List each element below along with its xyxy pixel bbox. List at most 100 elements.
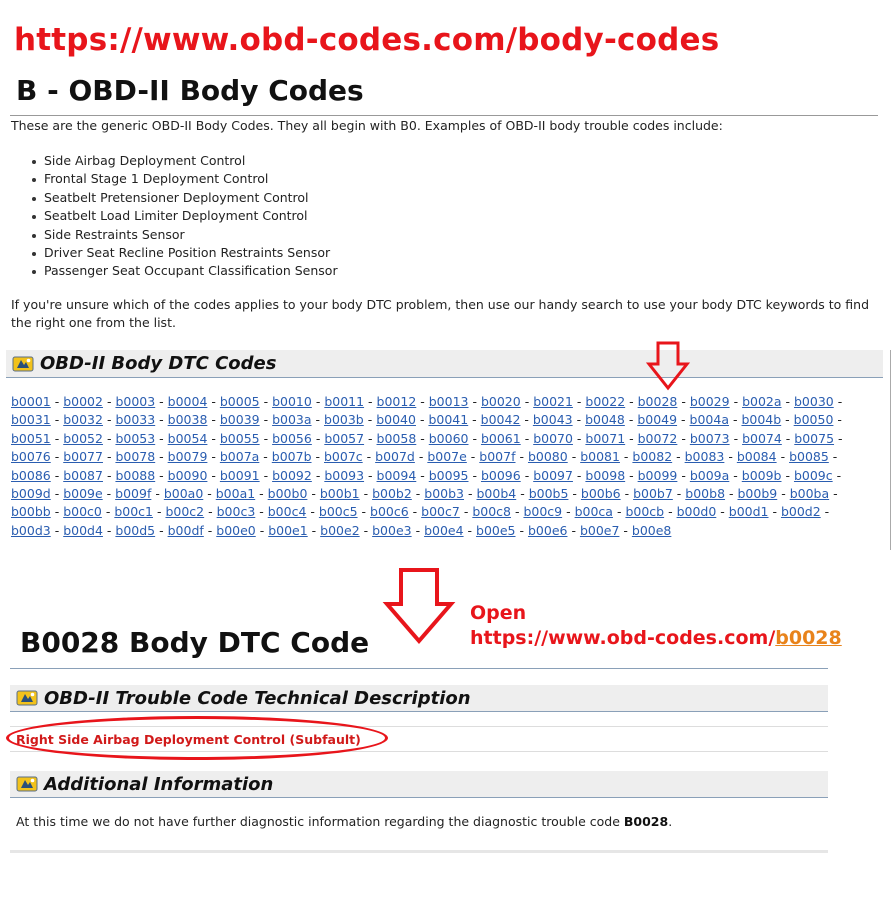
dtc-code-link[interactable]: b0039 [220, 412, 260, 427]
dtc-code-link[interactable]: b0080 [528, 449, 568, 464]
dtc-code-link[interactable]: b0093 [324, 468, 364, 483]
dtc-code-link[interactable]: b0075 [794, 431, 834, 446]
dtc-code-link[interactable]: b0079 [168, 449, 208, 464]
dtc-code-link[interactable]: b007b [272, 449, 312, 464]
dtc-code-link[interactable]: b00d5 [115, 523, 155, 538]
dtc-code-link[interactable]: b007c [324, 449, 363, 464]
dtc-code-link[interactable]: b0020 [481, 394, 521, 409]
dtc-code-link[interactable]: b00a1 [216, 486, 255, 501]
dtc-code-link[interactable]: b00a0 [164, 486, 203, 501]
dtc-code-link[interactable]: b0056 [272, 431, 312, 446]
dtc-code-link[interactable]: b0081 [580, 449, 620, 464]
dtc-code-link[interactable]: b009d [11, 486, 51, 501]
dtc-code-link[interactable]: b00b2 [372, 486, 412, 501]
dtc-code-link[interactable]: b0074 [742, 431, 782, 446]
dtc-code-link[interactable]: b0095 [429, 468, 469, 483]
dtc-code-link[interactable]: b0071 [585, 431, 625, 446]
dtc-code-link[interactable]: b0084 [737, 449, 777, 464]
dtc-code-link[interactable]: b0052 [63, 431, 103, 446]
dtc-code-link[interactable]: b0043 [533, 412, 573, 427]
dtc-code-link[interactable]: b00b9 [738, 486, 778, 501]
dtc-code-link[interactable]: b00d2 [781, 504, 821, 519]
dtc-code-link[interactable]: b00e4 [424, 523, 463, 538]
dtc-code-link[interactable]: b0087 [63, 468, 103, 483]
dtc-code-link[interactable]: b0002 [63, 394, 103, 409]
dtc-code-link[interactable]: b00c2 [165, 504, 204, 519]
dtc-code-link[interactable]: b00c1 [114, 504, 153, 519]
dtc-code-link[interactable]: b0098 [585, 468, 625, 483]
dtc-code-link[interactable]: b009a [690, 468, 729, 483]
dtc-code-link[interactable]: b0076 [11, 449, 51, 464]
dtc-code-link[interactable]: b0090 [168, 468, 208, 483]
dtc-code-link[interactable]: b00d4 [63, 523, 103, 538]
dtc-code-link[interactable]: b00e8 [632, 523, 671, 538]
dtc-code-link[interactable]: b0005 [220, 394, 260, 409]
dtc-code-link[interactable]: b00e7 [580, 523, 619, 538]
dtc-code-link[interactable]: b007e [427, 449, 466, 464]
dtc-code-link[interactable]: b003a [272, 412, 311, 427]
dtc-code-link[interactable]: b00c6 [370, 504, 409, 519]
dtc-code-link[interactable]: b00c7 [421, 504, 460, 519]
dtc-code-link[interactable]: b00b5 [529, 486, 569, 501]
dtc-code-link[interactable]: b00b1 [320, 486, 360, 501]
dtc-code-link[interactable]: b0088 [115, 468, 155, 483]
dtc-code-link[interactable]: b0032 [63, 412, 103, 427]
dtc-code-link[interactable]: b007d [375, 449, 415, 464]
dtc-code-link[interactable]: b0077 [63, 449, 103, 464]
dtc-code-link[interactable]: b0094 [377, 468, 417, 483]
dtc-code-link[interactable]: b0091 [220, 468, 260, 483]
dtc-code-link[interactable]: b0086 [11, 468, 51, 483]
dtc-code-link[interactable]: b00c0 [63, 504, 102, 519]
dtc-code-link[interactable]: b0011 [324, 394, 364, 409]
dtc-code-link[interactable]: b0029 [690, 394, 730, 409]
dtc-code-link[interactable]: b0031 [11, 412, 51, 427]
dtc-code-link[interactable]: b0054 [168, 431, 208, 446]
dtc-code-link[interactable]: b0041 [428, 412, 468, 427]
dtc-code-link[interactable]: b0010 [272, 394, 312, 409]
dtc-code-link[interactable]: b0092 [272, 468, 312, 483]
dtc-code-link[interactable]: b00b7 [633, 486, 673, 501]
dtc-code-link[interactable]: b00c3 [217, 504, 256, 519]
dtc-code-link[interactable]: b009e [63, 486, 102, 501]
dtc-code-link[interactable]: b00bb [11, 504, 51, 519]
dtc-code-link[interactable]: b00e5 [476, 523, 515, 538]
dtc-code-link[interactable]: b00b4 [476, 486, 516, 501]
dtc-code-link[interactable]: b0097 [533, 468, 573, 483]
dtc-code-link[interactable]: b0004 [168, 394, 208, 409]
open-url-code-link[interactable]: b0028 [775, 627, 841, 649]
dtc-code-link[interactable]: b0050 [794, 412, 834, 427]
dtc-code-link[interactable]: b0060 [429, 431, 469, 446]
dtc-code-link[interactable]: b004a [690, 412, 729, 427]
dtc-code-link[interactable]: b0057 [324, 431, 364, 446]
dtc-code-link[interactable]: b0049 [637, 412, 677, 427]
dtc-code-link[interactable]: b0072 [638, 431, 678, 446]
dtc-code-link[interactable]: b009c [794, 468, 833, 483]
dtc-code-link[interactable]: b007f [479, 449, 515, 464]
dtc-code-link[interactable]: b0053 [115, 431, 155, 446]
dtc-code-link[interactable]: b00c4 [268, 504, 307, 519]
dtc-code-link[interactable]: b00ba [790, 486, 829, 501]
dtc-code-link[interactable]: b00b6 [581, 486, 621, 501]
dtc-code-link[interactable]: b0061 [481, 431, 521, 446]
dtc-code-link[interactable]: b0099 [638, 468, 678, 483]
dtc-code-link[interactable]: b00b0 [268, 486, 308, 501]
dtc-code-link[interactable]: b004b [741, 412, 781, 427]
dtc-code-link[interactable]: b0073 [690, 431, 730, 446]
dtc-code-link[interactable]: b00e3 [372, 523, 411, 538]
dtc-code-link[interactable]: b00e0 [216, 523, 255, 538]
dtc-code-link[interactable]: b0003 [115, 394, 155, 409]
dtc-code-link[interactable]: b007a [220, 449, 259, 464]
dtc-code-link[interactable]: b0042 [481, 412, 521, 427]
dtc-code-link[interactable]: b00c5 [319, 504, 358, 519]
dtc-code-link[interactable]: b003b [324, 412, 364, 427]
dtc-code-link[interactable]: b0051 [11, 431, 51, 446]
dtc-code-link[interactable]: b00b3 [424, 486, 464, 501]
dtc-code-link[interactable]: b00e6 [528, 523, 567, 538]
dtc-code-link[interactable]: b0070 [533, 431, 573, 446]
dtc-code-link[interactable]: b0033 [115, 412, 155, 427]
dtc-code-link[interactable]: b0012 [377, 394, 417, 409]
dtc-code-link[interactable]: b0055 [220, 431, 260, 446]
dtc-code-link[interactable]: b0082 [632, 449, 672, 464]
dtc-code-link[interactable]: b0022 [585, 394, 625, 409]
dtc-code-link[interactable]: b009f [115, 486, 151, 501]
